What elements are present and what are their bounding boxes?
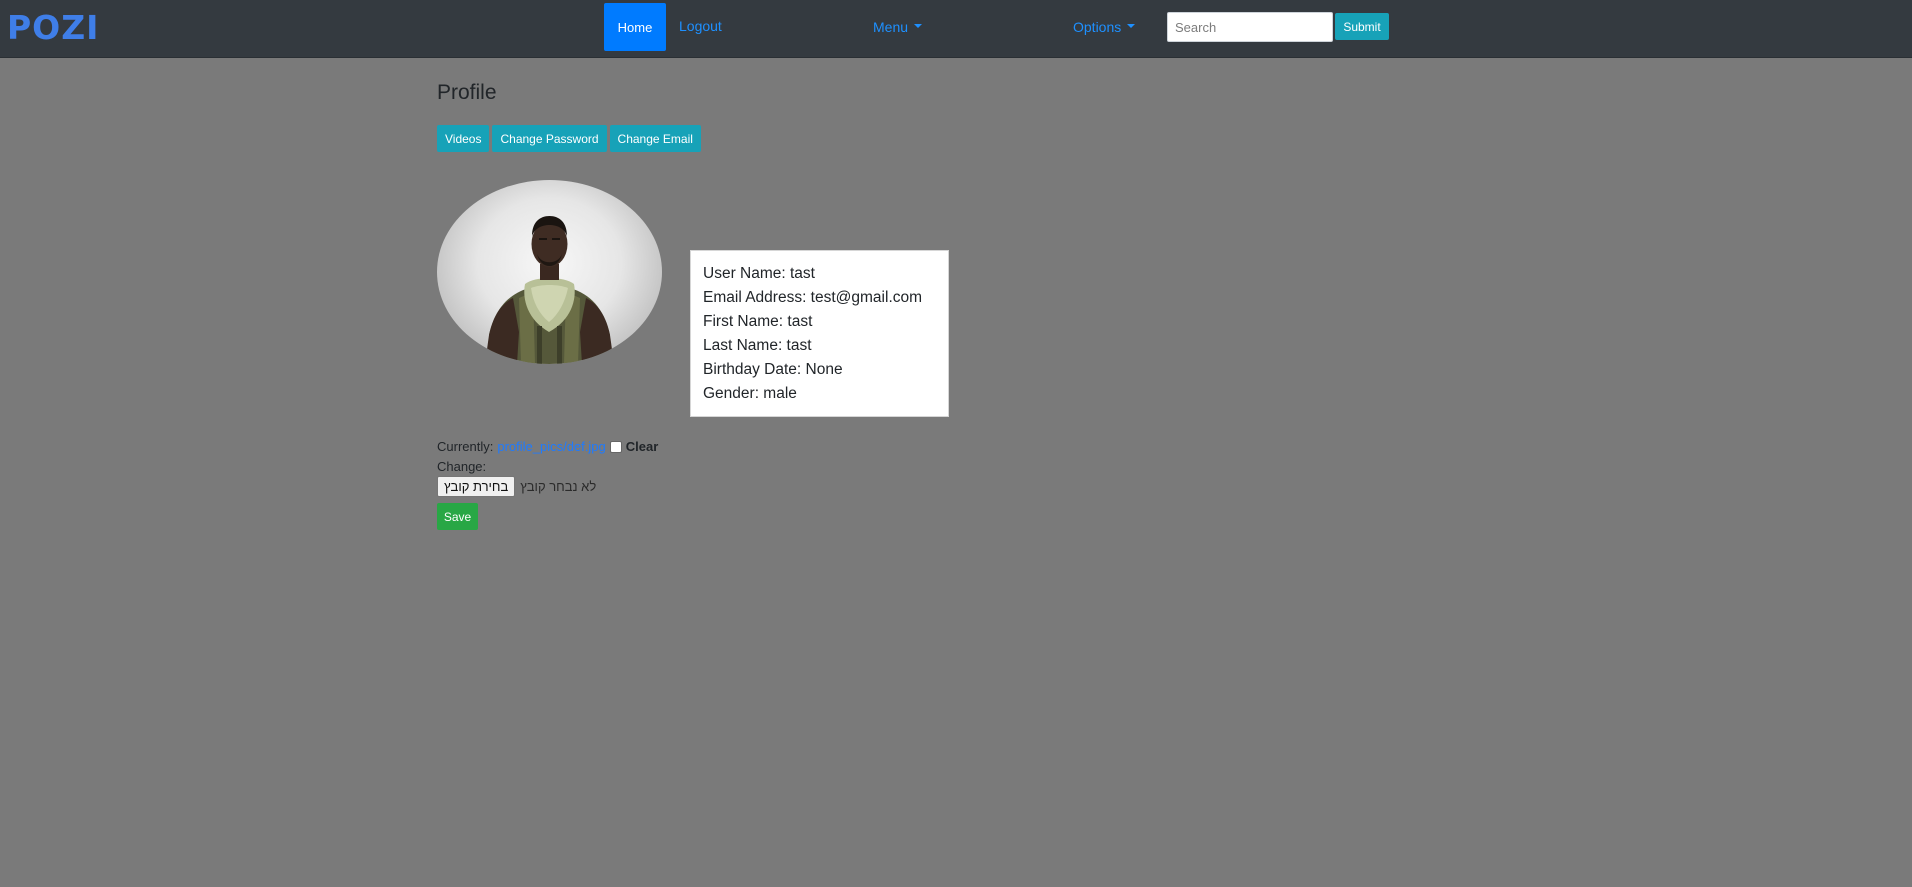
avatar-character-illustration: [485, 216, 614, 364]
caret-down-icon: [1127, 24, 1136, 29]
search-submit-button[interactable]: Submit: [1335, 13, 1389, 40]
caret-down-icon: [914, 24, 923, 29]
clear-label[interactable]: Clear: [626, 438, 659, 456]
info-username: User Name: tast: [703, 265, 815, 282]
no-file-chosen-text: לא נבחר קובץ: [520, 479, 597, 494]
user-info-card: User Name: tast Email Address: test@gmai…: [690, 250, 949, 417]
profile-actions: Videos Change Password Change Email: [437, 125, 701, 152]
nav-menu-label: Menu: [873, 19, 909, 35]
nav-menu-dropdown[interactable]: Menu: [873, 18, 923, 36]
current-picture-row: Currently: profile_pics/def.jpg Clear: [437, 438, 658, 456]
info-first-name: First Name: tast: [703, 313, 813, 330]
info-birthday: Birthday Date: None: [703, 361, 843, 378]
search-input[interactable]: [1167, 12, 1333, 42]
info-email: Email Address: test@gmail.com: [703, 289, 923, 306]
info-last-name: Last Name: tast: [703, 337, 812, 354]
choose-file-button[interactable]: בחירת קובץ: [437, 476, 516, 497]
change-label: Change:: [437, 459, 487, 474]
clear-checkbox[interactable]: [609, 441, 622, 453]
currently-label: Currently:: [437, 439, 494, 454]
change-email-button[interactable]: Change Email: [609, 125, 701, 152]
brand-logo[interactable]: POZI: [7, 10, 99, 46]
nav-options-label: Options: [1073, 19, 1122, 35]
page-title: Profile: [437, 81, 497, 104]
nav-logout-link[interactable]: Logout: [679, 17, 722, 35]
videos-button[interactable]: Videos: [437, 125, 490, 152]
save-button[interactable]: Save: [437, 503, 478, 530]
info-gender: Gender: male: [703, 385, 797, 402]
profile-picture: [437, 180, 662, 364]
nav-home-button[interactable]: Home: [604, 3, 666, 51]
nav-options-dropdown[interactable]: Options: [1073, 18, 1136, 36]
top-navbar: POZI Home Logout Menu Options Submit: [0, 0, 1912, 58]
change-password-button[interactable]: Change Password: [492, 125, 607, 152]
current-file-link[interactable]: profile_pics/def.jpg: [497, 438, 605, 456]
file-input: בחירת קובץ לא נבחר קובץ: [437, 476, 596, 497]
